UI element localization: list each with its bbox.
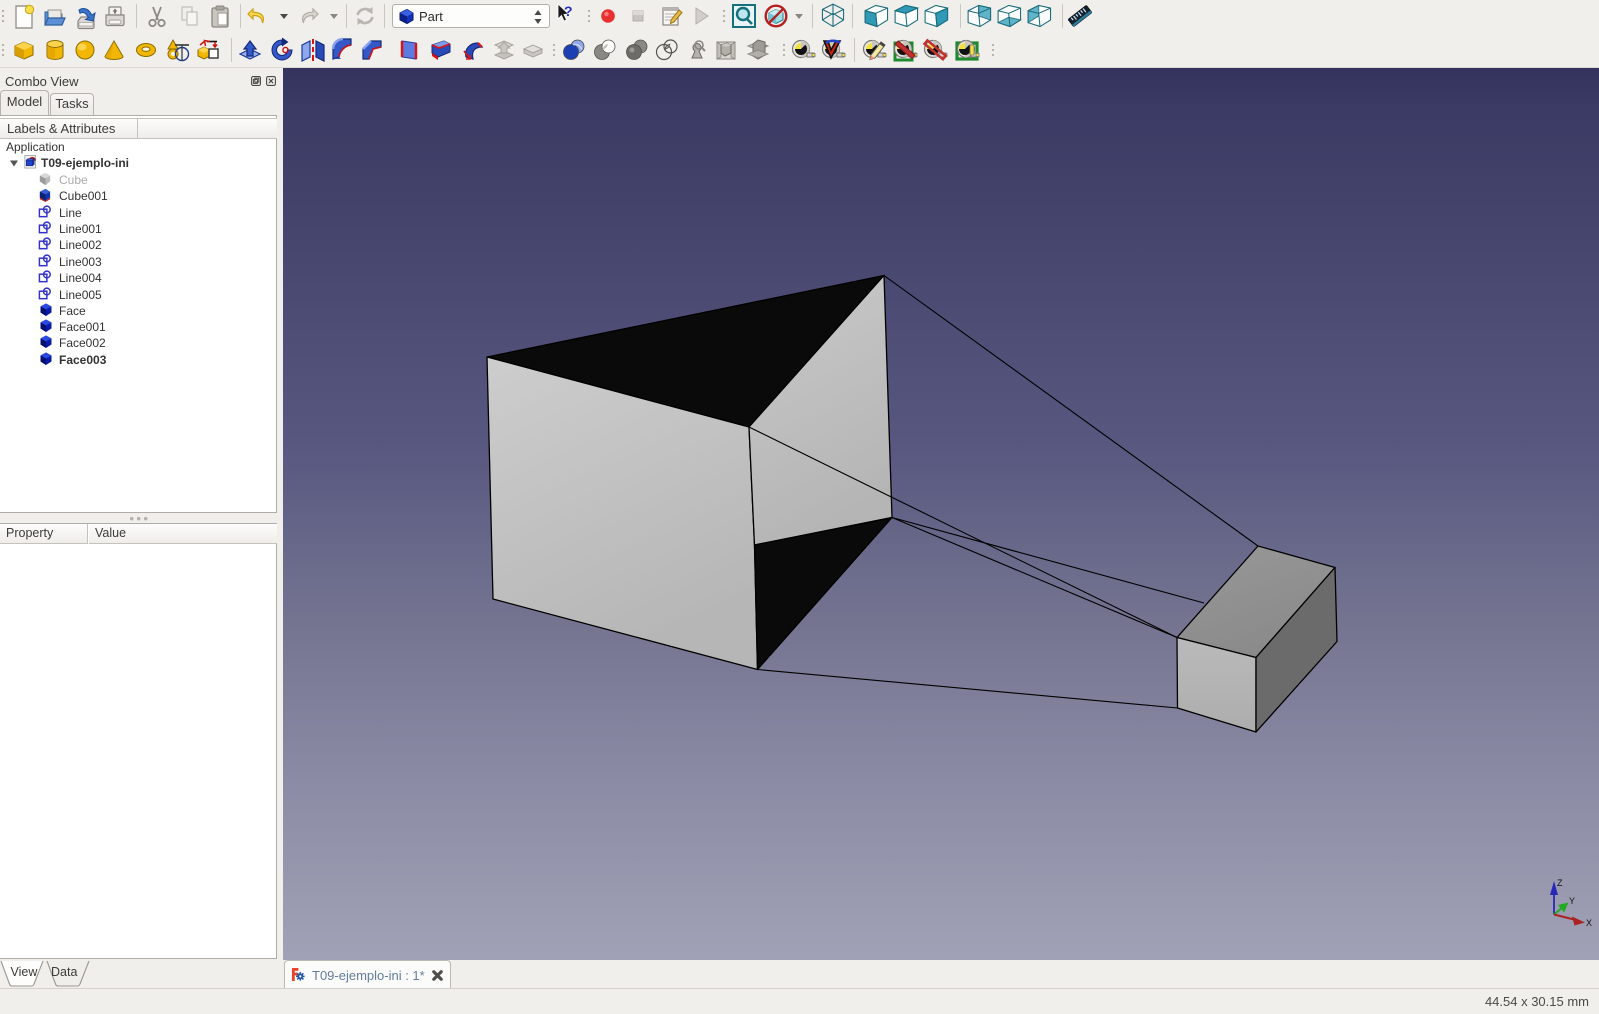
svg-text:View: View: [11, 965, 39, 979]
svg-text:?: ?: [564, 3, 573, 19]
svg-text:Y: Y: [1569, 896, 1575, 906]
svg-text:X: X: [1586, 918, 1592, 928]
svg-text:Data: Data: [51, 965, 77, 979]
svg-text:Z: Z: [1557, 878, 1563, 888]
